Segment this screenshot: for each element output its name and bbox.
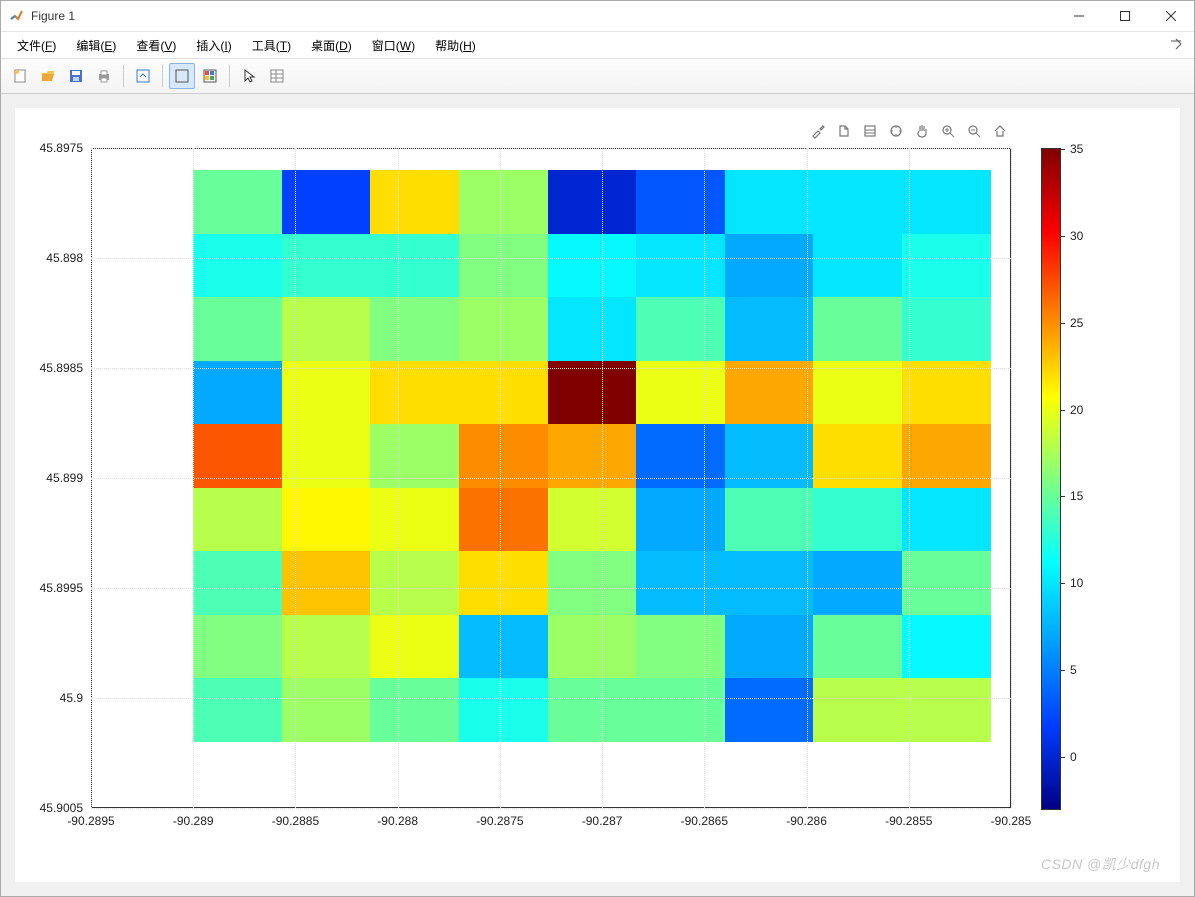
figure-window: Figure 1 文件(F)编辑(E)查看(V)插入(I)工具(T)桌面(D)窗… xyxy=(0,0,1195,897)
pointer-button[interactable] xyxy=(236,63,262,89)
menu-t[interactable]: 工具(T) xyxy=(242,34,301,57)
colorbar-tick xyxy=(1060,757,1065,758)
export-icon[interactable] xyxy=(833,120,855,142)
restore-view-icon[interactable] xyxy=(989,120,1011,142)
minimize-ribbon-icon[interactable] xyxy=(1164,38,1188,53)
ytick-label: 45.899 xyxy=(46,471,83,485)
colorbar-tick xyxy=(1060,410,1065,411)
xtick-label: -90.2895 xyxy=(67,814,114,828)
gridline xyxy=(91,478,1011,479)
gridline xyxy=(91,808,1011,809)
titlebar: Figure 1 xyxy=(1,1,1194,32)
xtick-label: -90.285 xyxy=(991,814,1032,828)
property-inspector-button[interactable] xyxy=(264,63,290,89)
menu-e[interactable]: 编辑(E) xyxy=(66,34,126,57)
new-figure-button[interactable] xyxy=(7,63,33,89)
menu-h[interactable]: 帮助(H) xyxy=(425,34,486,57)
print-button[interactable] xyxy=(91,63,117,89)
save-button[interactable] xyxy=(63,63,89,89)
colorbar-tick-label: 20 xyxy=(1070,403,1083,417)
colorbar-tick xyxy=(1060,323,1065,324)
rotate-icon[interactable] xyxy=(885,120,907,142)
colorbar-tick xyxy=(1060,496,1065,497)
axes[interactable]: -90.2895-90.289-90.2885-90.288-90.2875-9… xyxy=(91,148,1011,808)
brush-icon[interactable] xyxy=(807,120,829,142)
separator xyxy=(229,65,230,87)
xtick-label: -90.286 xyxy=(786,814,827,828)
colorbar-tick xyxy=(1060,236,1065,237)
xtick-label: -90.2855 xyxy=(885,814,932,828)
xtick-label: -90.289 xyxy=(173,814,214,828)
colorbar-tick xyxy=(1060,670,1065,671)
colorbar-tick-label: 15 xyxy=(1070,489,1083,503)
pan-icon[interactable] xyxy=(911,120,933,142)
colorbar-tick-label: 5 xyxy=(1070,663,1077,677)
maximize-button[interactable] xyxy=(1102,1,1148,31)
separator xyxy=(162,65,163,87)
gridline xyxy=(91,258,1011,259)
gridline xyxy=(91,588,1011,589)
edit-plot-button[interactable] xyxy=(169,63,195,89)
colorbar-tick-label: 10 xyxy=(1070,576,1083,590)
toolbar xyxy=(1,59,1194,94)
ytick-label: 45.9005 xyxy=(40,801,83,815)
insert-colorbar-button[interactable] xyxy=(197,63,223,89)
ytick-label: 45.8975 xyxy=(40,141,83,155)
xtick-label: -90.287 xyxy=(582,814,623,828)
gridline xyxy=(91,368,1011,369)
xtick-label: -90.288 xyxy=(377,814,418,828)
zoom-out-icon[interactable] xyxy=(963,120,985,142)
window-title: Figure 1 xyxy=(31,9,75,23)
matlab-icon xyxy=(9,8,25,24)
ytick-label: 45.898 xyxy=(46,251,83,265)
colorbar-tick-label: 30 xyxy=(1070,229,1083,243)
colorbar[interactable]: 05101520253035 xyxy=(1041,148,1061,810)
colorbar-tick-label: 25 xyxy=(1070,316,1083,330)
watermark: CSDN @凯少dfgh xyxy=(1041,854,1160,874)
close-button[interactable] xyxy=(1148,1,1194,31)
colorbar-tick xyxy=(1060,149,1065,150)
ytick-label: 45.8995 xyxy=(40,581,83,595)
menubar: 文件(F)编辑(E)查看(V)插入(I)工具(T)桌面(D)窗口(W)帮助(H) xyxy=(1,32,1194,59)
colorbar-tick-label: 0 xyxy=(1070,750,1077,764)
link-plot-button[interactable] xyxy=(130,63,156,89)
open-button[interactable] xyxy=(35,63,61,89)
menu-w[interactable]: 窗口(W) xyxy=(362,34,425,57)
zoom-in-icon[interactable] xyxy=(937,120,959,142)
xtick-label: -90.2875 xyxy=(476,814,523,828)
menu-i[interactable]: 插入(I) xyxy=(186,34,241,57)
menu-f[interactable]: 文件(F) xyxy=(7,34,66,57)
axes-toolbar xyxy=(807,120,1011,142)
colorbar-tick-label: 35 xyxy=(1070,142,1083,156)
colorbar-tick xyxy=(1060,583,1065,584)
xtick-label: -90.2865 xyxy=(681,814,728,828)
menu-v[interactable]: 查看(V) xyxy=(126,34,186,57)
gridline xyxy=(1011,148,1012,808)
menu-d[interactable]: 桌面(D) xyxy=(301,34,362,57)
ytick-label: 45.9 xyxy=(60,691,83,705)
xtick-label: -90.2885 xyxy=(272,814,319,828)
separator xyxy=(123,65,124,87)
plot-container: -90.2895-90.289-90.2885-90.288-90.2875-9… xyxy=(1,94,1194,896)
gridline xyxy=(91,148,1011,149)
gridline xyxy=(91,698,1011,699)
minimize-button[interactable] xyxy=(1056,1,1102,31)
data-tips-icon[interactable] xyxy=(859,120,881,142)
ytick-label: 45.8985 xyxy=(40,361,83,375)
figure-canvas: -90.2895-90.289-90.2885-90.288-90.2875-9… xyxy=(15,108,1180,882)
